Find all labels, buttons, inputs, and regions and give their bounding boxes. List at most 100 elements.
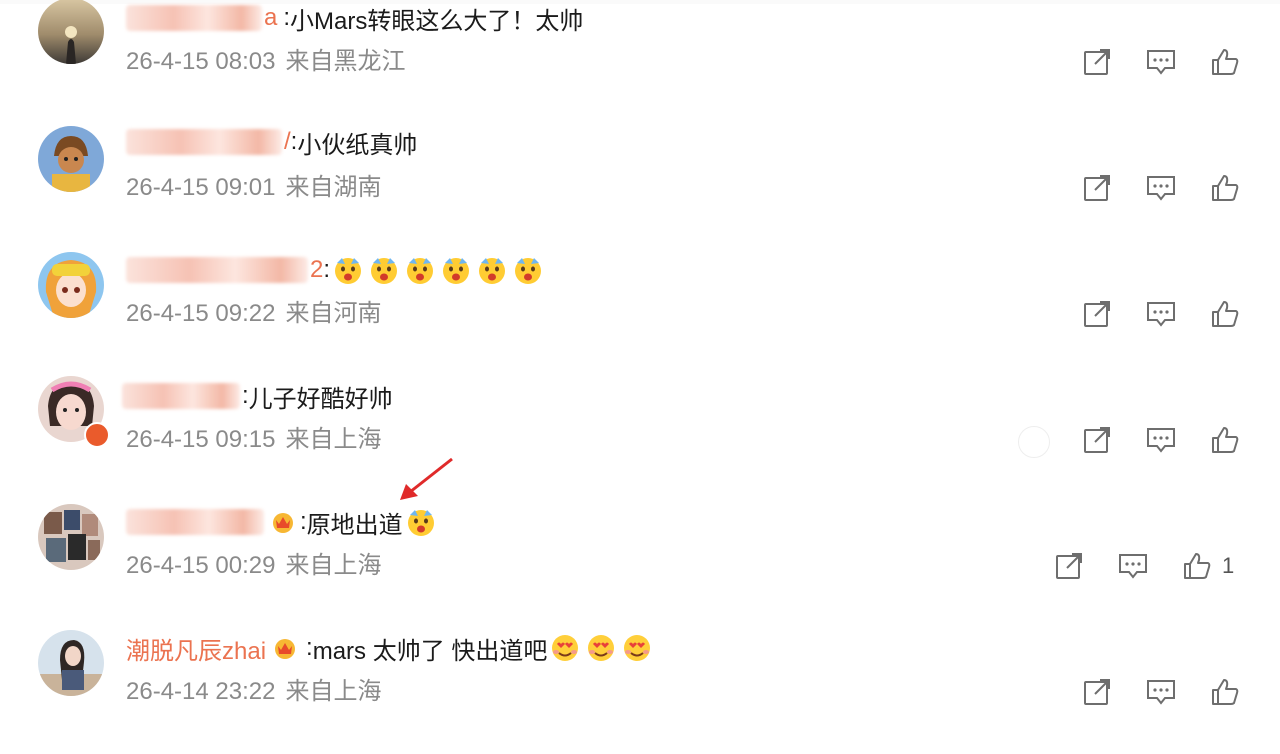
vip-crown-icon	[270, 509, 296, 535]
comment-actions	[1082, 424, 1240, 456]
like-icon[interactable]	[1210, 425, 1240, 455]
comment-time: 26-4-15 09:01	[126, 174, 276, 201]
separator: :	[283, 4, 291, 31]
comment-text: 小伙纸真帅	[297, 131, 418, 159]
like-icon[interactable]	[1210, 299, 1240, 329]
comment-meta: 26-4-15 09:22 来自河南	[126, 298, 381, 330]
comment-meta: 26-4-15 08:03 来自黑龙江	[126, 46, 405, 78]
cartoon-character-avatar	[38, 126, 104, 192]
comment-header: 2 :	[126, 252, 546, 288]
comment-item: 潮脱凡辰zhai : mars 太帅了 快出道吧 26-4-14 23:22 来自…	[0, 628, 1280, 754]
vip-crown-icon	[272, 635, 298, 661]
blurred-username[interactable]	[126, 257, 308, 283]
separator: :	[290, 128, 298, 155]
comment-time: 26-4-14 23:22	[126, 678, 276, 705]
blurred-username[interactable]	[122, 383, 240, 409]
comment-meta: 26-4-14 23:22 来自上海	[126, 676, 381, 708]
comment-meta: 26-4-15 09:15 来自上海	[126, 424, 381, 456]
comment-source: 来自上海	[285, 552, 382, 579]
comment-actions	[1082, 298, 1240, 330]
share-icon[interactable]	[1082, 47, 1112, 77]
username[interactable]: /	[284, 128, 291, 156]
wow-emoji	[441, 255, 471, 285]
comment-source: 来自上海	[285, 678, 382, 705]
comment-source: 来自河南	[285, 300, 382, 327]
wow-emoji	[405, 255, 435, 285]
like-count: 1	[1222, 553, 1235, 578]
comment-time: 26-4-15 08:03	[126, 48, 276, 75]
comment-item: a : 小Mars转眼这么大了！太帅 26-4-15 08:03 来自黑龙江	[0, 0, 1280, 126]
comment-icon[interactable]	[1118, 551, 1148, 581]
comment-source: 来自黑龙江	[285, 48, 406, 75]
share-icon[interactable]	[1082, 173, 1112, 203]
comment-item: / : 小伙纸真帅 26-4-15 09:01 来自湖南	[0, 124, 1280, 250]
comment-source: 来自上海	[285, 426, 382, 453]
like-icon[interactable]	[1182, 551, 1212, 581]
comment-list: a : 小Mars转眼这么大了！太帅 26-4-15 08:03 来自黑龙江 /	[0, 0, 1280, 706]
separator: :	[323, 256, 331, 283]
blurred-username[interactable]	[126, 129, 282, 155]
sunset-silhouette-avatar	[38, 0, 104, 64]
wow-emoji	[333, 255, 363, 285]
verified-badge	[84, 422, 110, 448]
comment-item: : 原地出道 26-4-15 00:29 来自上海 1	[0, 502, 1280, 628]
wow-emoji	[369, 255, 399, 285]
share-icon[interactable]	[1082, 299, 1112, 329]
comment-header: : 原地出道	[126, 504, 439, 540]
comment-icon[interactable]	[1146, 425, 1176, 455]
comment-text: 儿子好酷好帅	[248, 385, 393, 413]
user-avatar[interactable]	[38, 504, 104, 570]
faint-icon	[1018, 426, 1050, 458]
wow-emoji	[513, 255, 543, 285]
blurred-username[interactable]	[126, 5, 262, 31]
heart-eyes-emoji	[550, 633, 580, 663]
comment-actions	[1082, 676, 1240, 708]
like-icon[interactable]	[1210, 173, 1240, 203]
blurred-username[interactable]	[126, 509, 264, 535]
collage-avatar	[38, 504, 104, 570]
comment-item: 2 : 26-4-15 09:22 来自河南	[0, 250, 1280, 376]
comment-header: : 儿子好酷好帅	[122, 378, 393, 414]
like-icon[interactable]	[1210, 677, 1240, 707]
comment-text: 原地出道	[306, 511, 403, 539]
comment-header: / : 小伙纸真帅	[126, 124, 417, 160]
separator: :	[306, 634, 313, 661]
woman-photo-avatar	[38, 630, 104, 696]
comment-time: 26-4-15 09:15	[126, 426, 276, 453]
comment-header: 潮脱凡辰zhai : mars 太帅了 快出道吧	[126, 630, 655, 666]
share-icon[interactable]	[1082, 425, 1112, 455]
comment-header: a : 小Mars转眼这么大了！太帅	[126, 0, 583, 36]
wow-emoji	[406, 507, 436, 537]
heart-eyes-emoji	[586, 633, 616, 663]
like-icon[interactable]	[1210, 47, 1240, 77]
share-icon[interactable]	[1054, 551, 1084, 581]
comment-meta: 26-4-15 00:29 来自上海	[126, 550, 381, 582]
heart-eyes-emoji	[622, 633, 652, 663]
comment-meta: 26-4-15 09:01 来自湖南	[126, 172, 381, 204]
wow-emoji	[477, 255, 507, 285]
share-icon[interactable]	[1082, 677, 1112, 707]
separator: :	[242, 382, 249, 409]
comment-time: 26-4-15 00:29	[126, 552, 276, 579]
comment-icon[interactable]	[1146, 677, 1176, 707]
comment-text: 小Mars转眼这么大了！太帅	[290, 7, 584, 35]
comment-icon[interactable]	[1146, 47, 1176, 77]
comment-item: : 儿子好酷好帅 26-4-15 09:15 来自上海	[0, 376, 1280, 502]
user-avatar[interactable]	[38, 0, 104, 64]
comment-icon[interactable]	[1146, 173, 1176, 203]
comment-text: mars 太帅了 快出道吧	[312, 637, 548, 665]
user-avatar[interactable]	[38, 126, 104, 192]
annotation-arrow-icon	[400, 457, 453, 500]
username[interactable]: a	[264, 4, 277, 32]
separator: :	[300, 508, 307, 535]
username[interactable]: 潮脱凡辰zhai	[126, 631, 266, 666]
comment-source: 来自湖南	[285, 174, 382, 201]
user-avatar[interactable]	[38, 630, 104, 696]
comment-actions	[1082, 172, 1240, 204]
comment-actions: 1	[1054, 550, 1234, 582]
comment-icon[interactable]	[1146, 299, 1176, 329]
username[interactable]: 2	[310, 256, 323, 284]
user-avatar[interactable]	[38, 252, 104, 318]
anime-girl-avatar	[38, 252, 104, 318]
comment-actions	[1082, 46, 1240, 78]
